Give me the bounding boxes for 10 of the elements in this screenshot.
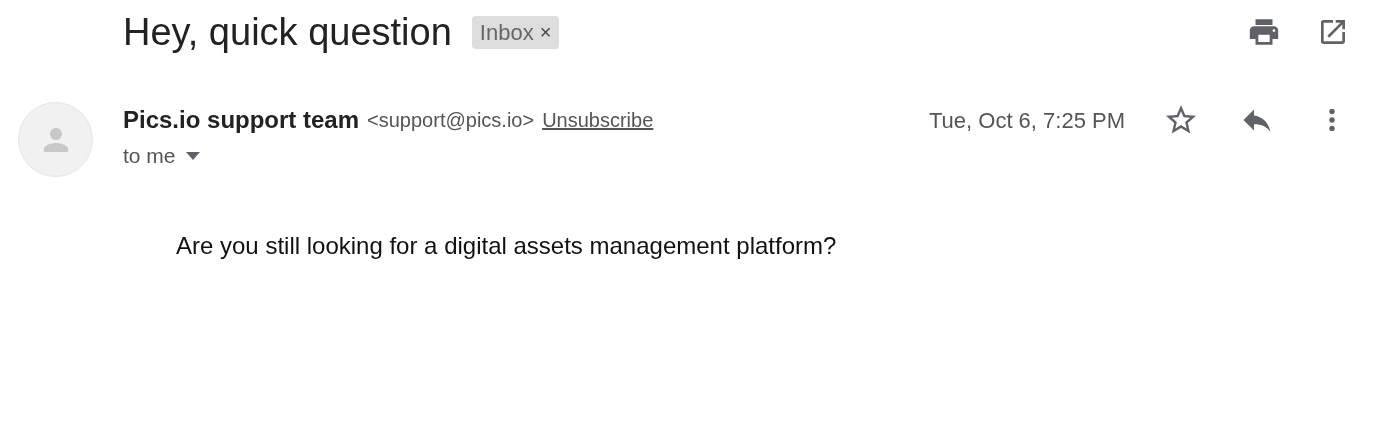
sender-name: Pics.io support team	[123, 105, 360, 135]
email-date: Tue, Oct 6, 7:25 PM	[928, 106, 1125, 135]
dropdown-caret-icon[interactable]	[185, 151, 200, 160]
recipient-label: to me	[123, 143, 176, 169]
unsubscribe-link[interactable]: Unsubscribe	[542, 105, 654, 135]
email-body-text: Are you still looking for a digital assets management platform?	[176, 230, 838, 261]
label-chip: Inbox ×	[471, 15, 560, 49]
remove-label-button[interactable]: ×	[539, 17, 552, 47]
sender-email: <support@pics.io>	[367, 108, 535, 133]
email-subject: Hey, quick question	[123, 13, 452, 51]
